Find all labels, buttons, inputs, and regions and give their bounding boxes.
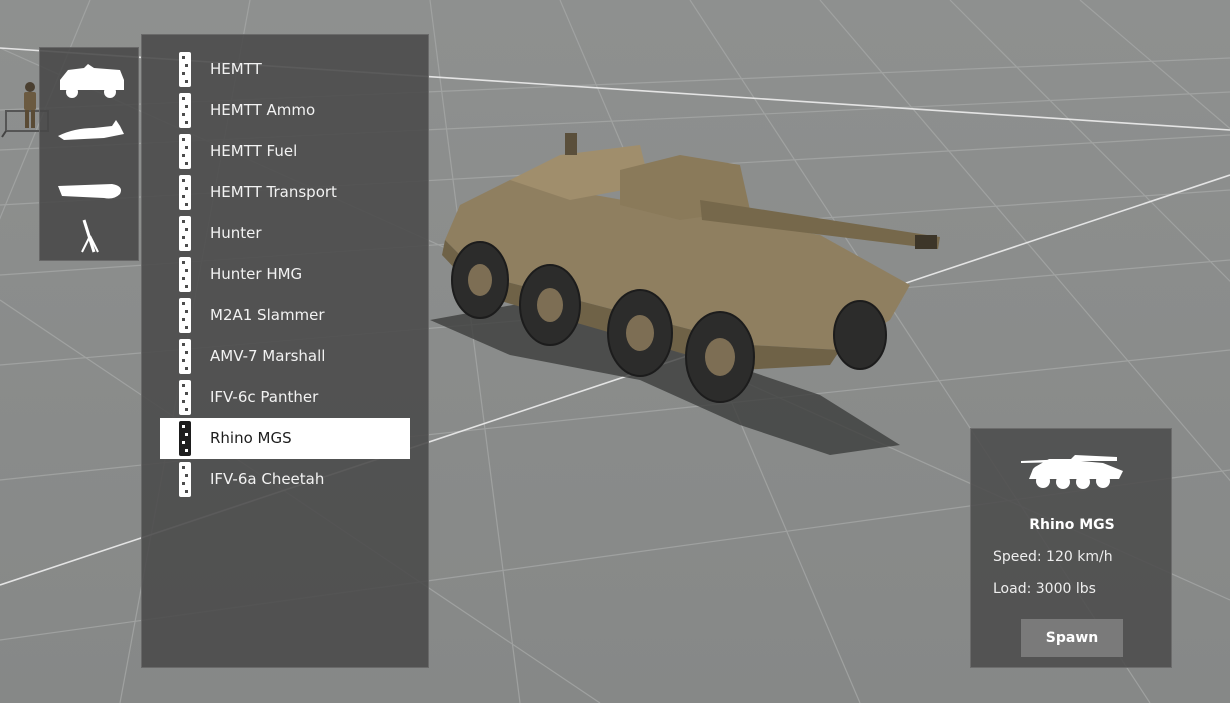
vehicle-item[interactable]: HEMTT Fuel [160, 131, 410, 172]
vehicle-thumbnail-icon [179, 339, 191, 374]
vehicle-thumbnail-icon [179, 421, 191, 456]
plane-icon [58, 120, 124, 140]
vehicle-item-label: HEMTT Fuel [210, 142, 298, 160]
vehicle-item[interactable]: HEMTT Ammo [160, 90, 410, 131]
boat-icon [58, 184, 121, 199]
spawn-button[interactable]: Spawn [1021, 619, 1123, 657]
mortar-icon [81, 219, 99, 253]
vehicle-item-label: HEMTT Ammo [210, 101, 316, 119]
vehicle-preview [430, 133, 940, 455]
vehicle-list: HEMTT HEMTT Ammo HEMTT Fuel HEMTT Transport… [141, 34, 429, 668]
vehicle-item-label: AMV-7 Marshall [210, 347, 326, 365]
category-panel [39, 47, 139, 261]
category-boats[interactable] [40, 166, 140, 212]
vehicle-item[interactable]: Rhino MGS [160, 418, 410, 459]
vehicle-thumbnail-icon [179, 216, 191, 251]
car-icon [60, 64, 124, 98]
vehicle-item[interactable]: AMV-7 Marshall [160, 336, 410, 377]
tank-silhouette-icon [1021, 455, 1123, 489]
vehicle-thumbnail-icon [179, 52, 191, 87]
vehicle-thumbnail-icon [179, 298, 191, 333]
vehicle-item-label: IFV-6a Cheetah [210, 470, 325, 488]
vehicle-thumbnail-icon [179, 257, 191, 292]
category-static[interactable] [40, 212, 140, 258]
category-aircraft[interactable] [40, 106, 140, 152]
vehicle-item[interactable]: Hunter HMG [160, 254, 410, 295]
vehicle-item[interactable]: IFV-6a Cheetah [160, 459, 410, 500]
vehicle-item[interactable]: M2A1 Slammer [160, 295, 410, 336]
vehicle-item-label: HEMTT Transport [210, 183, 337, 201]
vehicle-item-label: M2A1 Slammer [210, 306, 325, 324]
vehicle-item-label: Rhino MGS [210, 429, 292, 447]
vehicle-thumbnail-icon [179, 175, 191, 210]
vehicle-item[interactable]: HEMTT Transport [160, 172, 410, 213]
vehicle-item-label: HEMTT [210, 60, 262, 78]
vehicle-thumbnail-icon [179, 462, 191, 497]
vehicle-thumbnail-icon [179, 134, 191, 169]
vehicle-item[interactable]: Hunter [160, 213, 410, 254]
vehicle-item-label: Hunter [210, 224, 262, 242]
vehicle-name: Rhino MGS [1029, 517, 1115, 533]
vehicle-info-card: Rhino MGS Speed: 120 km/h Load: 3000 lbs… [970, 428, 1172, 668]
vehicle-load: Load: 3000 lbs [993, 581, 1096, 597]
vehicle-item[interactable]: HEMTT [160, 49, 410, 90]
vehicle-thumbnail-icon [179, 93, 191, 128]
vehicle-speed: Speed: 120 km/h [993, 549, 1113, 565]
vehicle-thumbnail-icon [179, 380, 191, 415]
vehicle-item-label: IFV-6c Panther [210, 388, 319, 406]
category-cars[interactable] [40, 56, 140, 102]
vehicle-item-label: Hunter HMG [210, 265, 303, 283]
vehicle-item[interactable]: IFV-6c Panther [160, 377, 410, 418]
